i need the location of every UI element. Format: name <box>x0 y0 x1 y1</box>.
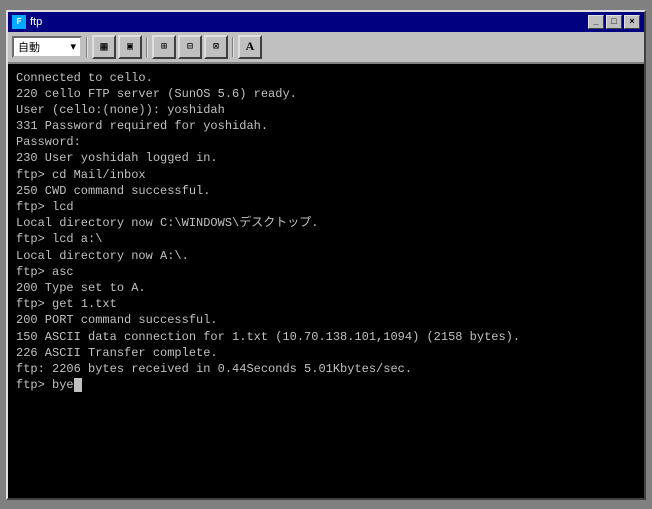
window-title: ftp <box>30 16 42 28</box>
terminal-line: 150 ASCII data connection for 1.txt (10.… <box>16 329 636 345</box>
close-button[interactable]: × <box>624 15 640 29</box>
terminal[interactable]: Connected to cello.220 cello FTP server … <box>8 64 644 498</box>
toolbar-btn-expand[interactable]: ⊞ <box>152 35 176 59</box>
terminal-line: ftp> asc <box>16 264 636 280</box>
title-bar-left: F ftp <box>12 15 42 29</box>
terminal-line: ftp> lcd <box>16 199 636 215</box>
title-bar-buttons: _ □ × <box>588 15 640 29</box>
terminal-line: 220 cello FTP server (SunOS 5.6) ready. <box>16 86 636 102</box>
window-icon: F <box>12 15 26 29</box>
toolbar-btn-font[interactable]: A <box>238 35 262 59</box>
toolbar-separator-3 <box>232 37 234 57</box>
toolbar: 自動 ▾ ▦ ▣ ⊞ ⊟ ⊠ A <box>8 32 644 64</box>
terminal-line: ftp> bye <box>16 377 636 393</box>
font-icon: A <box>246 39 255 54</box>
toolbar-btn-copy[interactable]: ▣ <box>118 35 142 59</box>
terminal-cursor <box>74 378 82 392</box>
terminal-line: 200 Type set to A. <box>16 280 636 296</box>
toolbar-btn-delete[interactable]: ⊠ <box>204 35 228 59</box>
toolbar-dropdown[interactable]: 自動 ▾ <box>12 36 82 58</box>
title-bar: F ftp _ □ × <box>8 12 644 32</box>
copy-icon: ▣ <box>127 41 133 53</box>
terminal-line: ftp> get 1.txt <box>16 296 636 312</box>
terminal-line: ftp> lcd a:\ <box>16 231 636 247</box>
terminal-line: User (cello:(none)): yoshidah <box>16 102 636 118</box>
terminal-line: Password: <box>16 134 636 150</box>
terminal-line: Connected to cello. <box>16 70 636 86</box>
terminal-line: Local directory now C:\WINDOWS\デスクトップ. <box>16 215 636 231</box>
expand-icon: ⊞ <box>161 41 167 53</box>
maximize-button[interactable]: □ <box>606 15 622 29</box>
delete-icon: ⊠ <box>213 41 219 53</box>
dropdown-arrow-icon: ▾ <box>70 40 76 53</box>
terminal-line: Local directory now A:\. <box>16 248 636 264</box>
terminal-line: 230 User yoshidah logged in. <box>16 150 636 166</box>
terminal-line: ftp: 2206 bytes received in 0.44Seconds … <box>16 361 636 377</box>
collapse-icon: ⊟ <box>187 41 193 53</box>
terminal-line: 331 Password required for yoshidah. <box>16 118 636 134</box>
toolbar-btn-collapse[interactable]: ⊟ <box>178 35 202 59</box>
toolbar-separator-1 <box>86 37 88 57</box>
grid-icon: ▦ <box>100 39 107 54</box>
terminal-line: 250 CWD command successful. <box>16 183 636 199</box>
dropdown-label: 自動 <box>18 39 40 55</box>
terminal-line: ftp> cd Mail/inbox <box>16 167 636 183</box>
terminal-line: 226 ASCII Transfer complete. <box>16 345 636 361</box>
terminal-line: 200 PORT command successful. <box>16 312 636 328</box>
minimize-button[interactable]: _ <box>588 15 604 29</box>
toolbar-separator-2 <box>146 37 148 57</box>
ftp-window: F ftp _ □ × 自動 ▾ ▦ ▣ ⊞ ⊟ ⊠ <box>6 10 646 500</box>
toolbar-btn-grid[interactable]: ▦ <box>92 35 116 59</box>
